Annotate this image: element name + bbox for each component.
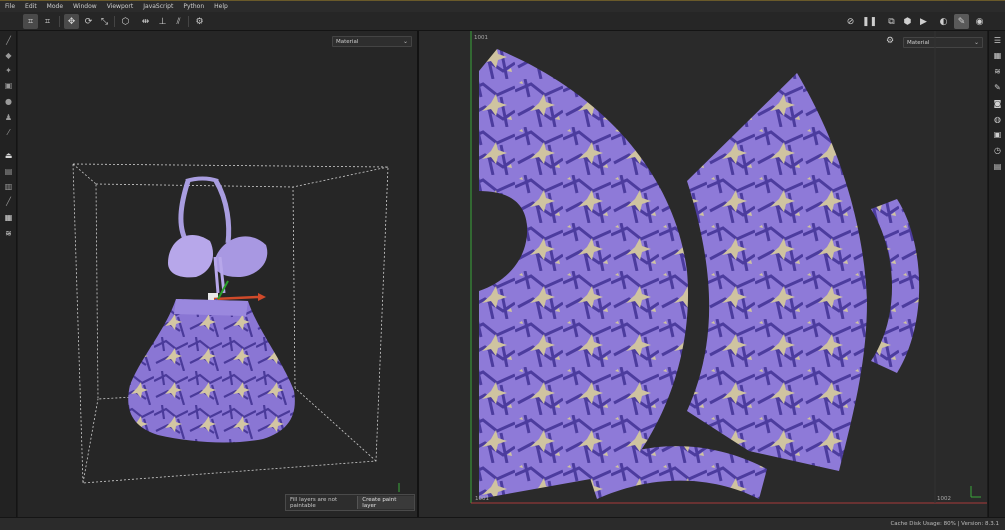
screenshot-icon[interactable]: ◉	[972, 14, 987, 29]
menu-javascript[interactable]: JavaScript	[138, 1, 178, 12]
path-icon[interactable]: ╱	[2, 195, 15, 208]
uv-canvas	[470, 31, 987, 504]
scale-gizmo-icon[interactable]: ⤡	[97, 14, 112, 29]
document-icon[interactable]: ▦	[2, 211, 15, 224]
polygon-fill-icon[interactable]: ▤	[2, 165, 15, 178]
geometry-fill-icon[interactable]: ▣	[2, 79, 15, 92]
right-tool-column: ☰ ▦ ≋ ✎ ◙ ◍ ▣ ◷ ▤	[988, 31, 1005, 517]
shelf-icon[interactable]: ▣	[991, 128, 1004, 141]
status-text: Cache Disk Usage: 80% | Version: 8.3.1	[890, 521, 999, 527]
bake-icon[interactable]: ⏏	[2, 149, 15, 162]
uv-shell-skirt-front	[479, 49, 689, 499]
create-paint-layer-button[interactable]: Create paint layer	[357, 496, 414, 509]
paint-brush-icon[interactable]: ╱	[2, 34, 15, 47]
environment-icon[interactable]: ◐	[936, 14, 951, 29]
bra-cup-left	[168, 234, 214, 278]
viewport-3d[interactable]: Material ⌄	[18, 31, 417, 517]
selection-mode-icon[interactable]: ⌗	[23, 14, 38, 29]
history-icon[interactable]: ◷	[991, 144, 1004, 157]
smudge-icon[interactable]: ●	[2, 95, 15, 108]
settings-icon[interactable]: ⚙	[192, 14, 207, 29]
uv-corner-label: 1002	[937, 496, 951, 502]
menu-edit[interactable]: Edit	[20, 1, 42, 12]
display-settings-icon[interactable]: ◍	[991, 113, 1004, 126]
brush-icon[interactable]: ✎	[954, 14, 969, 29]
uv-tile-label: 1001	[475, 496, 489, 502]
cube-view-icon[interactable]: ⬢	[900, 14, 915, 29]
rotate-gizmo-icon[interactable]: ⟳	[81, 14, 96, 29]
layers-panel-icon[interactable]: ☰	[991, 34, 1004, 47]
toolbar: ⌗ ⌗ ✥ ⟳ ⤡ ⬡ ⇹ ⊥ ⫽ ⚙ ⊘ ❚❚ ⧉ ⬢ ▶ ◐ ✎ ◉	[0, 12, 1005, 31]
notification-toast: Fill layers are not paintable Create pai…	[285, 494, 415, 511]
clone-icon[interactable]: ♟	[2, 111, 15, 124]
stack-icon[interactable]: ≋	[2, 227, 15, 240]
halter-strap-left	[178, 180, 191, 243]
eraser-icon[interactable]: ◆	[2, 49, 15, 62]
projection-icon[interactable]: ✦	[2, 64, 15, 77]
split-view-icon[interactable]: ⧉	[884, 14, 899, 29]
symmetry-icon[interactable]: ⊥	[155, 14, 170, 29]
menu-window[interactable]: Window	[68, 1, 102, 12]
menu-file[interactable]: File	[0, 1, 20, 12]
mirror-icon[interactable]: ⇹	[138, 14, 153, 29]
status-bar: Cache Disk Usage: 80% | Version: 8.3.1	[0, 517, 1005, 530]
menu-bar: File Edit Mode Window Viewport JavaScrip…	[0, 0, 1005, 12]
texture-set-icon[interactable]: ▦	[991, 49, 1004, 62]
viewport-uv[interactable]: 1001 ⚙ Material ⌄ 1001 1002	[419, 31, 987, 517]
scene-3d	[72, 163, 400, 492]
object-icon[interactable]: ⬡	[118, 14, 133, 29]
snap-icon[interactable]: ⫽	[171, 14, 186, 29]
uv-shell-skirt-back	[687, 73, 867, 471]
move-gizmo-icon[interactable]: ✥	[64, 14, 79, 29]
camera-panel-icon[interactable]: ◙	[991, 97, 1004, 110]
video-camera-icon[interactable]: ▶	[916, 14, 931, 29]
substance-painter-window: File Edit Mode Window Viewport JavaScrip…	[0, 0, 1005, 530]
camera-off-icon[interactable]: ⊘	[843, 14, 858, 29]
pause-icon[interactable]: ❚❚	[862, 14, 877, 29]
menu-help[interactable]: Help	[209, 1, 233, 12]
menu-viewport[interactable]: Viewport	[102, 1, 139, 12]
selection-sub-icon[interactable]: ⌗	[40, 14, 55, 29]
skirt-3d	[128, 299, 295, 443]
brush-settings-icon[interactable]: ✎	[991, 81, 1004, 94]
log-icon[interactable]: ▤	[991, 160, 1004, 173]
menu-python[interactable]: Python	[178, 1, 209, 12]
left-tool-column: ╱ ◆ ✦ ▣ ● ♟ ⁄ ⏏ ▤ ▥ ╱ ▦ ≋	[0, 31, 17, 517]
layer-icon[interactable]: ▥	[2, 180, 15, 193]
toast-message: Fill layers are not paintable	[290, 496, 338, 509]
color-picker-icon[interactable]: ⁄	[2, 126, 15, 139]
uv-shell-strap	[871, 199, 920, 373]
halter-strap-right	[213, 179, 232, 244]
stack-panel-icon[interactable]: ≋	[991, 65, 1004, 78]
menu-mode[interactable]: Mode	[42, 1, 68, 12]
